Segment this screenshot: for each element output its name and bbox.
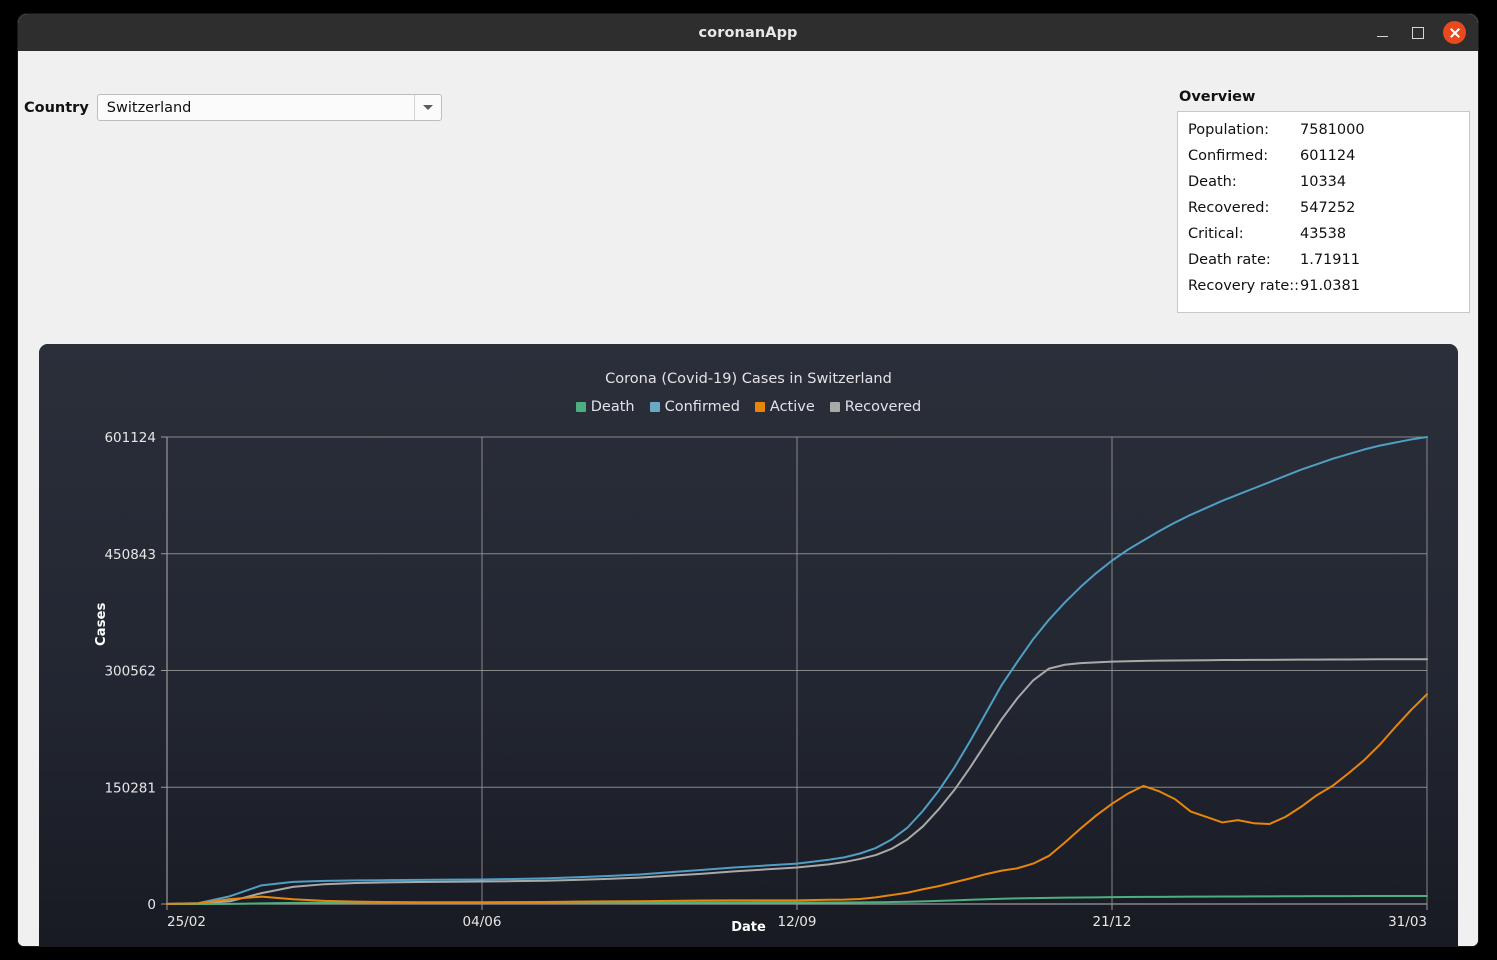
overview-value: 7581000 bbox=[1300, 122, 1365, 138]
overview-row: Death rate: 1.71911 bbox=[1178, 250, 1469, 276]
overview-key: Death: bbox=[1188, 174, 1237, 190]
svg-text:601124: 601124 bbox=[104, 430, 156, 446]
minimize-icon[interactable] bbox=[1371, 22, 1393, 44]
overview-row: Critical: 43538 bbox=[1178, 224, 1469, 250]
close-icon[interactable] bbox=[1443, 21, 1466, 44]
overview-row: Confirmed: 601124 bbox=[1178, 146, 1469, 172]
overview-value: 601124 bbox=[1300, 148, 1356, 164]
window-title: coronanApp bbox=[698, 24, 798, 41]
title-bar: coronanApp bbox=[18, 14, 1478, 51]
overview-row: Death: 10334 bbox=[1178, 172, 1469, 198]
overview-value: 10334 bbox=[1300, 174, 1347, 190]
overview-panel: Overview Population: 7581000 Confirmed: … bbox=[1177, 89, 1470, 313]
maximize-icon[interactable] bbox=[1407, 22, 1429, 44]
screen: coronanApp Country Switzerland Overview … bbox=[0, 0, 1497, 960]
chart-panel: Corona (Covid-19) Cases in Switzerland D… bbox=[39, 344, 1458, 946]
chevron-down-icon[interactable] bbox=[413, 95, 441, 120]
app-window: coronanApp Country Switzerland Overview … bbox=[18, 14, 1478, 946]
overview-key: Confirmed: bbox=[1188, 148, 1269, 164]
overview-value: 547252 bbox=[1300, 200, 1356, 216]
overview-row: Population: 7581000 bbox=[1178, 120, 1469, 146]
overview-key: Recovery rate:: bbox=[1188, 278, 1300, 294]
overview-value: 43538 bbox=[1300, 226, 1347, 242]
svg-text:150281: 150281 bbox=[104, 780, 156, 796]
window-body: Country Switzerland Overview Population:… bbox=[18, 51, 1478, 946]
x-axis-label: Date bbox=[731, 920, 766, 935]
overview-key: Critical: bbox=[1188, 226, 1244, 242]
svg-text:450843: 450843 bbox=[104, 547, 156, 563]
window-controls bbox=[1371, 14, 1466, 51]
overview-title: Overview bbox=[1179, 89, 1256, 105]
overview-row: Recovery rate:: 91.0381 bbox=[1178, 276, 1469, 302]
overview-value: 1.71911 bbox=[1300, 252, 1360, 268]
svg-text:0: 0 bbox=[147, 897, 156, 913]
y-axis-label: Cases bbox=[94, 602, 109, 646]
overview-key: Recovered: bbox=[1188, 200, 1270, 216]
country-dropdown-value: Switzerland bbox=[106, 99, 192, 116]
chart-plot: 015028130056245084360112425/02 04/06 12/09… bbox=[104, 430, 1428, 930]
overview-value: 91.0381 bbox=[1300, 278, 1360, 294]
overview-table: Population: 7581000 Confirmed: 601124 De… bbox=[1177, 111, 1470, 313]
overview-row: Recovered: 547252 bbox=[1178, 198, 1469, 224]
overview-key: Population: bbox=[1188, 122, 1270, 138]
country-dropdown[interactable]: Switzerland bbox=[96, 94, 442, 121]
country-label: Country bbox=[24, 99, 89, 116]
svg-text:300562: 300562 bbox=[104, 664, 156, 680]
overview-key: Death rate: bbox=[1188, 252, 1271, 268]
country-selector-row: Country Switzerland bbox=[24, 94, 442, 121]
